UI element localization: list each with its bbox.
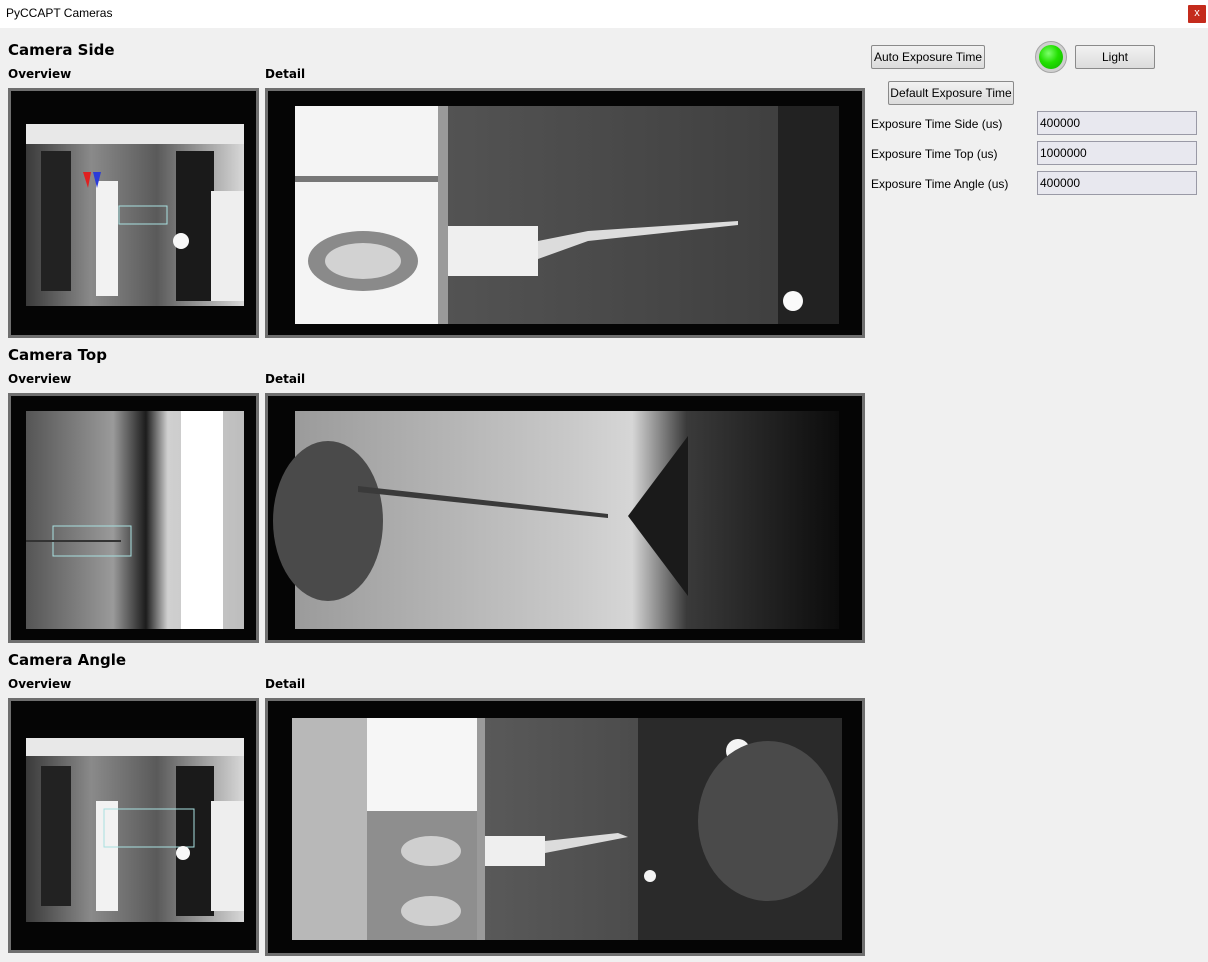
camera-side-overview-view[interactable] [8, 88, 259, 338]
camera-side-detail-label: Detail [265, 67, 306, 81]
auto-exposure-button[interactable]: Auto Exposure Time [871, 45, 985, 69]
light-status-indicator [1035, 41, 1067, 73]
camera-angle-title: Camera Angle [8, 651, 127, 669]
camera-top-detail-view[interactable] [265, 393, 865, 643]
title-bar: PyCCAPT Cameras x [0, 0, 1208, 28]
exposure-angle-label: Exposure Time Angle (us) [871, 177, 1009, 191]
camera-top-overview-view[interactable] [8, 393, 259, 643]
exposure-side-input[interactable]: 400000 [1037, 111, 1197, 135]
light-status-led-icon [1039, 45, 1063, 69]
camera-angle-detail-label: Detail [265, 677, 306, 691]
camera-angle-overview-label: Overview [8, 677, 72, 691]
default-exposure-button[interactable]: Default Exposure Time [888, 81, 1014, 105]
exposure-top-input[interactable]: 1000000 [1037, 141, 1197, 165]
camera-side-title: Camera Side [8, 41, 115, 59]
window-title: PyCCAPT Cameras [6, 6, 113, 20]
exposure-top-label: Exposure Time Top (us) [871, 147, 998, 161]
exposure-angle-input[interactable]: 400000 [1037, 171, 1197, 195]
close-button[interactable]: x [1188, 5, 1206, 23]
exposure-side-label: Exposure Time Side (us) [871, 117, 1003, 131]
camera-top-overview-label: Overview [8, 372, 72, 386]
camera-angle-detail-view[interactable] [265, 698, 865, 956]
camera-side-overview-label: Overview [8, 67, 72, 81]
camera-side-detail-view[interactable] [265, 88, 865, 338]
camera-angle-overview-view[interactable] [8, 698, 259, 953]
light-button[interactable]: Light [1075, 45, 1155, 69]
camera-top-detail-label: Detail [265, 372, 306, 386]
camera-top-title: Camera Top [8, 346, 107, 364]
